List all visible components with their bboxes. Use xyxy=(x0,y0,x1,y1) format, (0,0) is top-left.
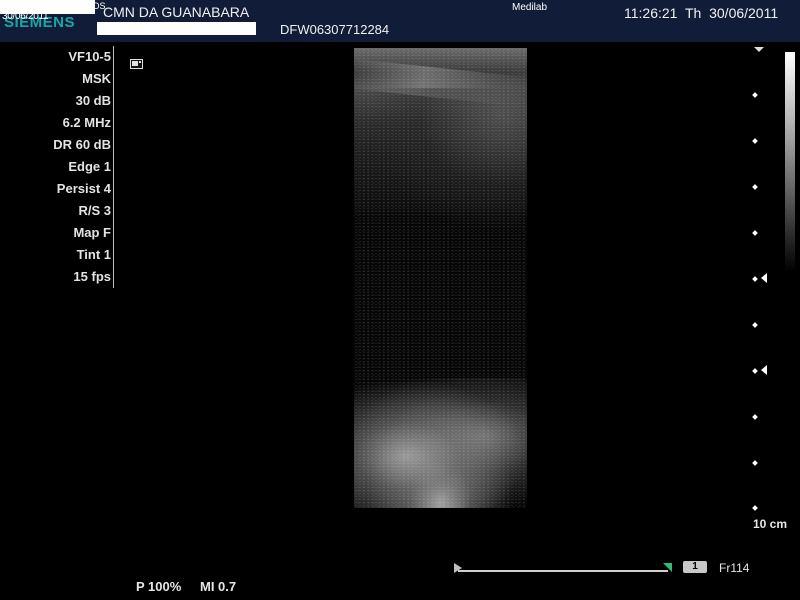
depth-tick xyxy=(752,460,758,466)
cine-slider[interactable] xyxy=(454,562,672,574)
focus-marker[interactable] xyxy=(761,273,767,283)
param-dynamic-range: DR 60 dB xyxy=(53,137,111,152)
cine-end-icon[interactable] xyxy=(663,563,672,572)
fullscreen-icon[interactable] xyxy=(130,59,143,69)
imaging-parameters: VF10-5 MSK 30 dB 6.2 MHz DR 60 dB Edge 1… xyxy=(0,46,114,288)
institution-name: CMN DA GUANABARA xyxy=(103,4,250,20)
header-bar: 30/06/2011 DS SIEMENS CMN DA GUANABARA D… xyxy=(0,0,800,42)
patient-name-field xyxy=(97,22,256,35)
param-rs: R/S 3 xyxy=(78,203,111,218)
focus-marker[interactable] xyxy=(761,365,767,375)
cine-frame-box[interactable]: 1 xyxy=(683,561,707,573)
depth-tick xyxy=(752,414,758,420)
depth-tick xyxy=(752,138,758,144)
cine-track[interactable] xyxy=(458,570,668,572)
ultrasound-image[interactable] xyxy=(354,48,527,508)
param-map: Map F xyxy=(73,225,111,240)
depth-scale xyxy=(748,44,768,514)
patient-id: DFW06307712284 xyxy=(280,22,390,37)
frame-number: Fr114 xyxy=(719,561,750,575)
param-preset: MSK xyxy=(82,71,111,86)
param-edge: Edge 1 xyxy=(68,159,111,174)
param-frequency: 6.2 MHz xyxy=(62,115,111,130)
depth-tick xyxy=(752,322,758,328)
orientation-marker xyxy=(754,47,764,52)
acoustic-power: P 100% xyxy=(136,579,182,594)
exam-datetime: 11:26:21 Th 30/06/2011 xyxy=(624,5,779,21)
operator-label: Medilab xyxy=(512,2,548,13)
depth-tick xyxy=(752,276,758,282)
depth-tick xyxy=(752,505,758,511)
speckle-texture xyxy=(354,48,527,508)
param-frame-rate: 15 fps xyxy=(73,269,111,284)
depth-tick xyxy=(752,184,758,190)
depth-tick xyxy=(752,92,758,98)
param-persist: Persist 4 xyxy=(56,181,111,196)
param-transducer: VF10-5 xyxy=(68,49,111,64)
param-tint: Tint 1 xyxy=(76,247,111,262)
logo-date: 30/06/2011 xyxy=(2,11,49,22)
mechanical-index: MI 0.7 xyxy=(200,579,237,594)
grayscale-bar xyxy=(785,52,795,272)
depth-tick xyxy=(752,230,758,236)
depth-label: 10 cm xyxy=(753,517,788,531)
depth-tick xyxy=(752,368,758,374)
param-gain: 30 dB xyxy=(75,93,111,108)
